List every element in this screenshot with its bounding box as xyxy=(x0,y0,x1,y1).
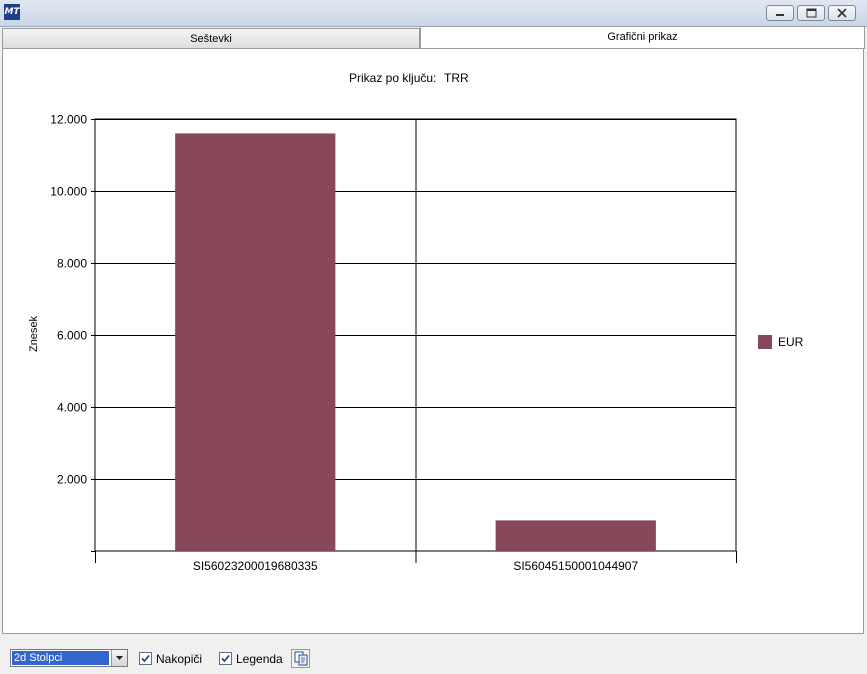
chart-panel: Prikaz po ključu: TRR 2.000 4.000 6.000 8.0… xyxy=(2,48,864,668)
title-bar: MT xyxy=(0,0,867,27)
legend-toggle-label: Legenda xyxy=(236,652,283,666)
bar-chart: Prikaz po ključu: TRR 2.000 4.000 6.000 8.0… xyxy=(28,71,804,573)
y-tick-label: 6.000 xyxy=(57,329,87,343)
minimize-button[interactable] xyxy=(766,5,794,21)
checkmark-icon xyxy=(141,654,150,663)
minimize-icon xyxy=(776,14,784,16)
legend-checkbox[interactable] xyxy=(219,652,232,665)
chart-title-key: TRR xyxy=(444,71,469,85)
bar xyxy=(175,133,336,551)
close-button[interactable] xyxy=(828,5,856,21)
restore-button[interactable] xyxy=(797,5,825,21)
legend-label: EUR xyxy=(778,335,804,349)
y-axis-label: Znesek xyxy=(28,315,40,352)
y-tick-label: 12.000 xyxy=(50,113,87,127)
y-tick-label: 10.000 xyxy=(50,185,87,199)
y-tick-label: 8.000 xyxy=(57,257,87,271)
tab-sestevki[interactable]: Seštevki xyxy=(2,28,420,48)
tab-graficni-prikaz[interactable]: Grafični prikaz xyxy=(420,26,865,49)
x-tick-label: SI56045150001044907 xyxy=(513,559,638,573)
chart-type-value: 2d Stolpci xyxy=(11,650,110,666)
close-icon xyxy=(837,8,847,18)
checkmark-icon xyxy=(221,654,230,663)
dropdown-arrow-button[interactable] xyxy=(111,650,127,666)
x-tick-label: SI56023200019680335 xyxy=(193,559,318,573)
copy-chart-button[interactable] xyxy=(291,649,310,668)
restore-icon xyxy=(806,8,817,18)
chart-toolbar: 2d Stolpci Nakopiči Legenda xyxy=(3,644,863,674)
tab-strip: Seštevki Grafični prikaz xyxy=(0,26,867,49)
chevron-down-icon xyxy=(116,656,123,660)
app-icon: MT xyxy=(4,4,20,20)
chart-type-select[interactable]: 2d Stolpci xyxy=(10,649,128,667)
stack-checkbox[interactable] xyxy=(139,652,152,665)
chart-title-prefix: Prikaz po ključu: xyxy=(349,71,436,85)
y-tick-label: 4.000 xyxy=(57,401,87,415)
y-tick-label: 2.000 xyxy=(57,473,87,487)
copy-icon xyxy=(294,651,308,666)
bar xyxy=(495,520,656,551)
legend-swatch xyxy=(758,335,772,349)
stack-label: Nakopiči xyxy=(156,652,203,666)
